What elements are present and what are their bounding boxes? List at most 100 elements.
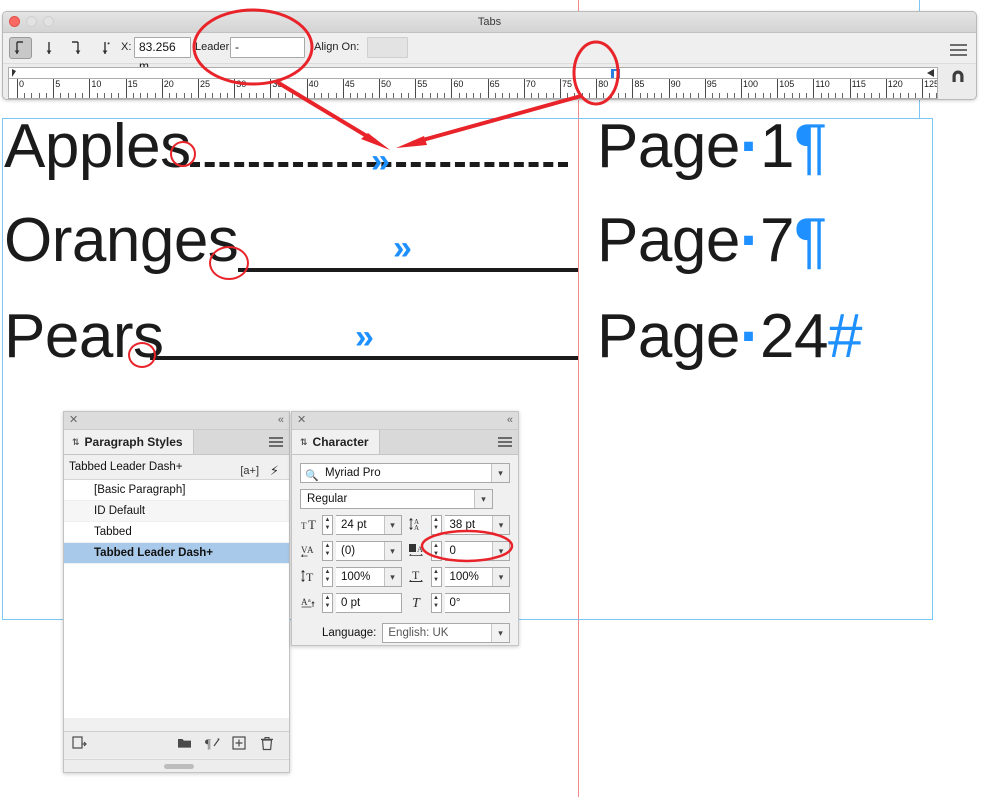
leader-input[interactable]: -	[230, 37, 305, 58]
ruler-minor-tick	[610, 93, 612, 98]
ruler-minor-tick	[140, 93, 142, 98]
vertical-scale-input[interactable]: 100% ▾	[336, 567, 402, 587]
close-icon[interactable]: ✕	[69, 414, 78, 426]
list-item[interactable]: [Basic Paragraph]	[64, 480, 289, 501]
clear-overrides-icon[interactable]: ¶	[205, 736, 221, 755]
baseline-shift-stepper[interactable]: ▲ ▼	[322, 593, 333, 613]
svg-text:¶: ¶	[205, 736, 211, 750]
collapse-icon[interactable]: «	[507, 414, 513, 426]
minimize-button[interactable]	[26, 16, 37, 27]
skew-input[interactable]: 0°	[444, 593, 510, 613]
panel-menu-icon[interactable]	[269, 437, 283, 449]
chevron-down-icon[interactable]: ▾	[492, 542, 509, 560]
style-override-badge[interactable]: [a+]	[240, 459, 259, 483]
ch-panel-topbar: ✕ «	[292, 412, 518, 430]
font-family-combo[interactable]: 🔍 Myriad Pro ▾	[300, 463, 510, 483]
language-select[interactable]: English: UK ▾	[382, 623, 510, 643]
ruler-minor-tick	[393, 93, 395, 98]
horizontal-scale-stepper[interactable]: ▲ ▼	[430, 567, 442, 587]
align-on-label: Align On:	[314, 41, 360, 53]
leader-solid-line	[150, 356, 578, 360]
tracking-input[interactable]: 0 ▾	[444, 541, 510, 561]
scrollbar-thumb[interactable]	[164, 764, 194, 769]
tab-ruler[interactable]: 0 5 10 15 20 25 30 35 40 45 50 55 60 65 70 75 80 85 90 95 10…	[8, 67, 938, 99]
scale-row: T ▲ ▼ 100% ▾ T ▲ ▼ 100% ▾	[300, 567, 510, 587]
svg-text:A: A	[417, 545, 423, 554]
collapse-icon[interactable]: «	[278, 414, 284, 426]
chevron-down-icon[interactable]: ▾	[383, 568, 401, 586]
new-style-group-icon[interactable]	[177, 736, 192, 754]
align-on-input[interactable]	[367, 37, 408, 58]
ruler-minor-tick	[748, 93, 750, 98]
tracking-stepper[interactable]: ▲ ▼	[430, 541, 442, 561]
ruler-minor-tick	[357, 93, 359, 98]
quick-apply-icon[interactable]: ⚡	[270, 459, 279, 483]
style-list[interactable]: [Basic Paragraph] ID Default Tabbed Tabb…	[64, 480, 289, 718]
hamburger-icon[interactable]	[950, 44, 967, 59]
tracking-field[interactable]: A ▲ ▼ 0 ▾	[409, 541, 510, 561]
font-style-combo[interactable]: Regular ▾	[300, 489, 493, 509]
chevron-down-icon[interactable]: ▾	[491, 464, 509, 482]
new-style-icon[interactable]	[232, 736, 246, 755]
skew-field[interactable]: T ▲ ▼ 0°	[409, 593, 510, 613]
load-styles-icon[interactable]	[72, 736, 87, 756]
ruler-minor-tick	[212, 93, 214, 98]
tab-ruler-track[interactable]	[8, 67, 938, 80]
ruler-minor-tick	[900, 93, 902, 98]
font-size-stepper[interactable]: ▲ ▼	[322, 515, 333, 535]
document-line-apples[interactable]: Apples » Page·1¶	[0, 112, 999, 202]
ruler-minor-tick	[697, 93, 699, 98]
ruler-minor-tick	[581, 93, 583, 98]
leading-field[interactable]: AA ▲ ▼ 38 pt ▾	[409, 515, 510, 535]
close-icon[interactable]: ✕	[297, 414, 306, 426]
horizontal-scale-field[interactable]: T ▲ ▼ 100% ▾	[409, 567, 510, 587]
close-button[interactable]	[9, 16, 20, 27]
x-input[interactable]: 83.256 m	[134, 37, 191, 73]
right-justified-tab-button[interactable]	[65, 37, 88, 59]
tab-character[interactable]: ⇅ Character	[292, 430, 380, 454]
baseline-shift-input[interactable]: 0 pt	[336, 593, 402, 613]
list-item[interactable]: Tabbed	[64, 522, 289, 543]
list-item[interactable]: ID Default	[64, 501, 289, 522]
leading-stepper[interactable]: ▲ ▼	[430, 515, 442, 535]
magnet-snap-icon[interactable]	[949, 69, 967, 87]
chevron-down-icon[interactable]: ▾	[492, 568, 509, 586]
ruler-minor-tick	[646, 93, 648, 98]
zoom-button[interactable]	[43, 16, 54, 27]
vertical-scale-field[interactable]: T ▲ ▼ 100% ▾	[300, 567, 402, 587]
chevron-down-icon[interactable]: ▾	[491, 624, 509, 642]
list-item-selected[interactable]: Tabbed Leader Dash+	[64, 543, 289, 564]
paragraph-styles-panel[interactable]: ✕ « ⇅ Paragraph Styles Tabbed Leader Das…	[63, 411, 290, 773]
character-panel[interactable]: ✕ « ⇅ Character 🔍 Myriad Pro ▾ Regular ▾…	[291, 411, 519, 646]
horizontal-scale-input[interactable]: 100% ▾	[444, 567, 510, 587]
ruler-minor-tick	[574, 93, 576, 98]
tab-caret-icon: ⇅	[300, 437, 308, 447]
chevron-down-icon[interactable]: ▾	[383, 516, 401, 534]
chevron-down-icon[interactable]: ▾	[474, 490, 492, 508]
horizontal-scrollbar[interactable]	[64, 759, 289, 772]
vertical-scale-stepper[interactable]: ▲ ▼	[322, 567, 333, 587]
font-size-field[interactable]: TT ▲ ▼ 24 pt ▾	[300, 515, 402, 535]
panel-menu-icon[interactable]	[498, 437, 512, 449]
tab-paragraph-styles[interactable]: ⇅ Paragraph Styles	[64, 430, 194, 454]
delete-style-icon[interactable]	[260, 736, 274, 756]
ruler-minor-tick	[929, 93, 931, 98]
kerning-input[interactable]: (0) ▾	[336, 541, 402, 561]
chevron-down-icon[interactable]: ▾	[492, 516, 509, 534]
font-size-input[interactable]: 24 pt ▾	[336, 515, 402, 535]
skew-stepper[interactable]: ▲ ▼	[430, 593, 442, 613]
tabs-panel[interactable]: Tabs X: 83.256 m Leader: - Align On: 0 5…	[2, 11, 977, 100]
decimal-tab-button[interactable]	[93, 37, 116, 59]
leading-input[interactable]: 38 pt ▾	[444, 515, 510, 535]
ps-panel-topbar: ✕ «	[64, 412, 289, 430]
kerning-stepper[interactable]: ▲ ▼	[322, 541, 333, 561]
center-justified-tab-button[interactable]	[37, 37, 60, 59]
kerning-field[interactable]: VA ▲ ▼ (0) ▾	[300, 541, 402, 561]
document-line-oranges[interactable]: Oranges » Page·7¶	[0, 206, 999, 296]
kerning-icon: VA	[300, 543, 319, 560]
decimal-tab-icon	[102, 41, 110, 54]
left-justified-tab-button[interactable]	[9, 37, 32, 59]
chevron-down-icon[interactable]: ▾	[383, 542, 401, 560]
baseline-shift-field[interactable]: Aa ▲ ▼ 0 pt	[300, 593, 402, 613]
window-traffic-lights[interactable]	[9, 16, 54, 27]
